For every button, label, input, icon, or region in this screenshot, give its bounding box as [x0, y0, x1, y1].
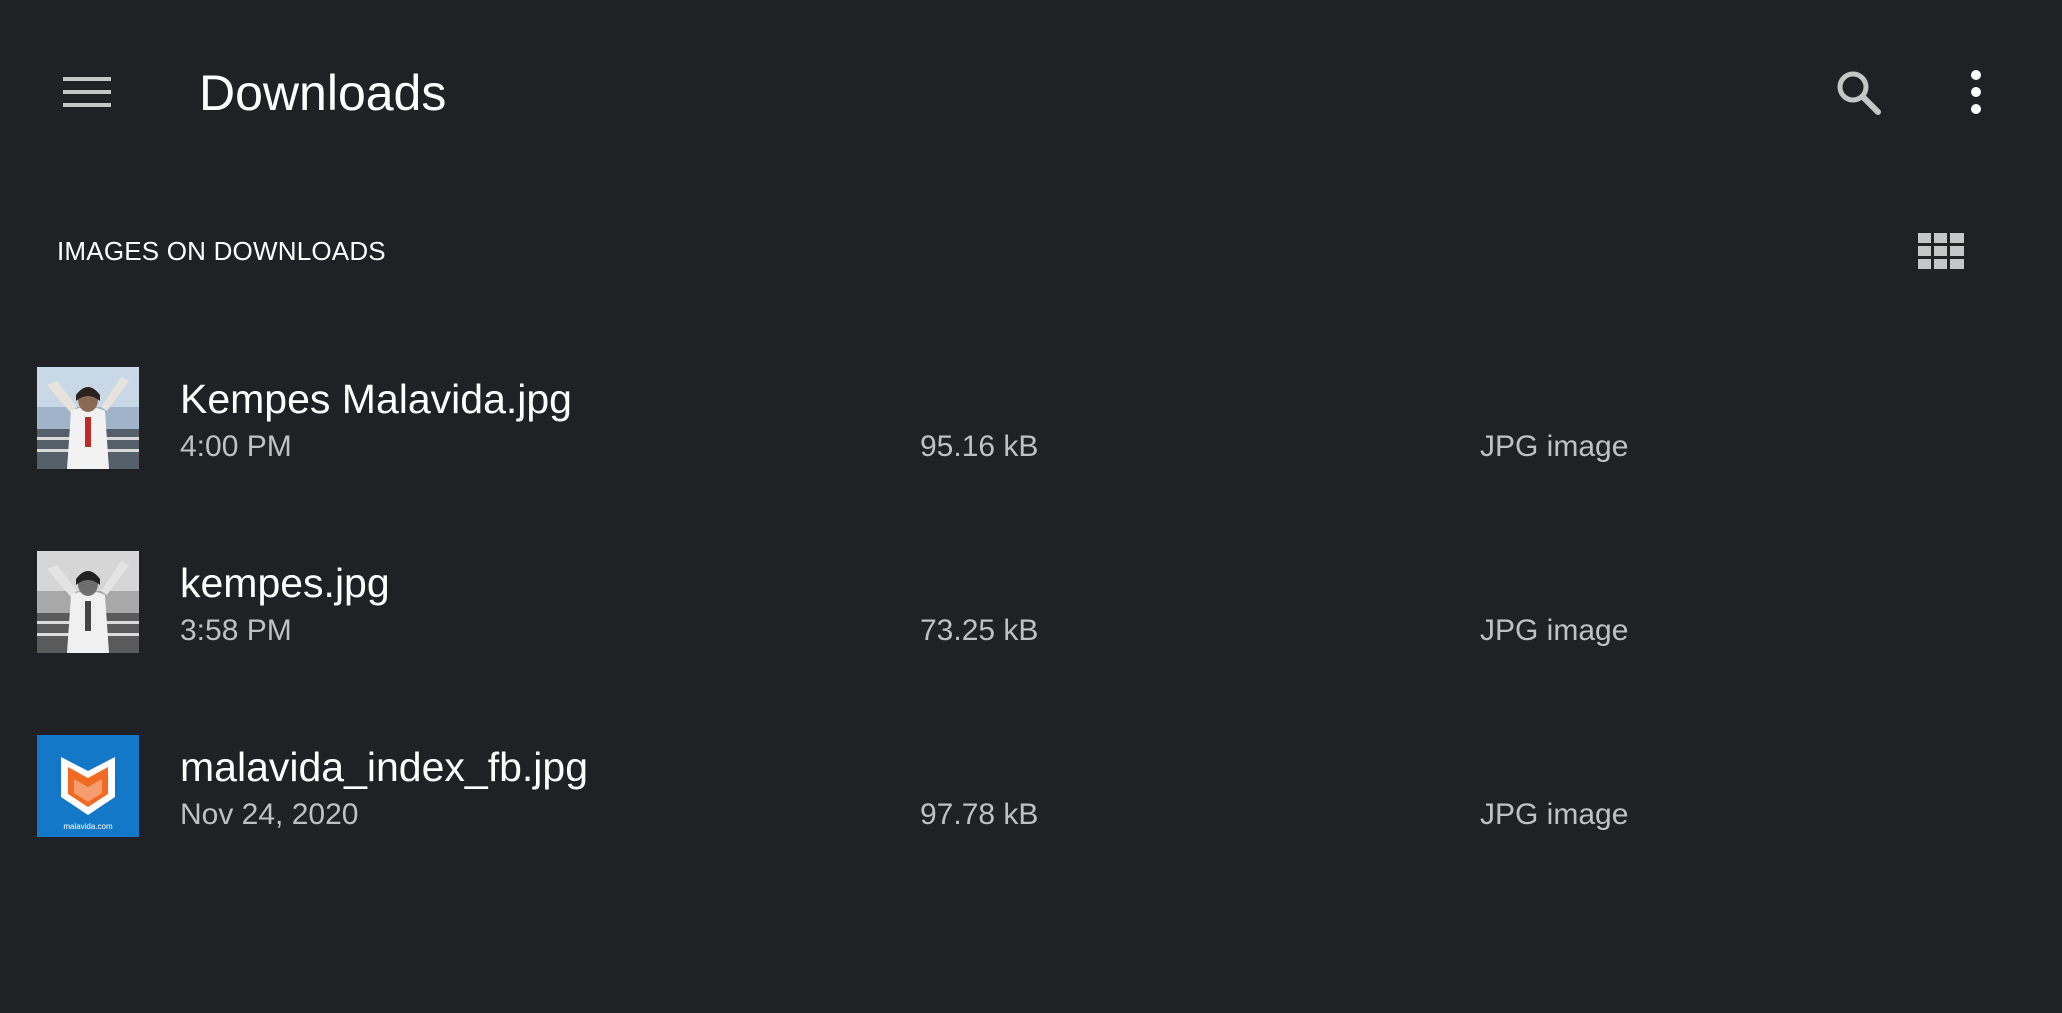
search-icon: [1837, 71, 1881, 115]
hamburger-menu-icon: [63, 77, 111, 107]
file-date: 3:58 PM: [180, 614, 292, 647]
file-row[interactable]: Kempes Malavida.jpg 4:00 PM 95.16 kB JPG…: [0, 340, 2062, 524]
thumbnail-caption: malavida.com: [63, 822, 113, 831]
files-app: Downloads IMAGES ON DOWNLOADS Kempes Mal…: [0, 0, 2062, 1013]
page-title: Downloads: [199, 65, 447, 121]
file-name: malavida_index_fb.jpg: [180, 744, 588, 790]
section-title: IMAGES ON DOWNLOADS: [57, 236, 386, 266]
file-name: Kempes Malavida.jpg: [180, 376, 572, 422]
photo-thumbnail: [37, 551, 139, 653]
grid-view-toggle-button[interactable]: [1912, 222, 1970, 280]
search-button[interactable]: [1826, 60, 1890, 124]
file-size: 97.78 kB: [920, 798, 1039, 831]
file-type: JPG image: [1480, 614, 1629, 647]
more-vert-icon: [1971, 70, 1981, 114]
malavida-logo-thumbnail: malavida.com: [37, 735, 139, 837]
menu-button[interactable]: [52, 64, 122, 120]
file-type: JPG image: [1480, 798, 1629, 831]
file-size: 73.25 kB: [920, 614, 1039, 647]
file-row[interactable]: malavida.com malavida_index_fb.jpg Nov 2…: [0, 708, 2062, 892]
file-type: JPG image: [1480, 430, 1629, 463]
file-row[interactable]: kempes.jpg 3:58 PM 73.25 kB JPG image: [0, 524, 2062, 708]
more-options-button[interactable]: [1944, 60, 2008, 124]
file-list: Kempes Malavida.jpg 4:00 PM 95.16 kB JPG…: [0, 340, 2062, 892]
grid-view-icon: [1918, 233, 1964, 269]
file-date: Nov 24, 2020: [180, 798, 359, 831]
photo-thumbnail: [37, 367, 139, 469]
file-size: 95.16 kB: [920, 430, 1039, 463]
file-date: 4:00 PM: [180, 430, 292, 463]
file-name: kempes.jpg: [180, 560, 390, 606]
